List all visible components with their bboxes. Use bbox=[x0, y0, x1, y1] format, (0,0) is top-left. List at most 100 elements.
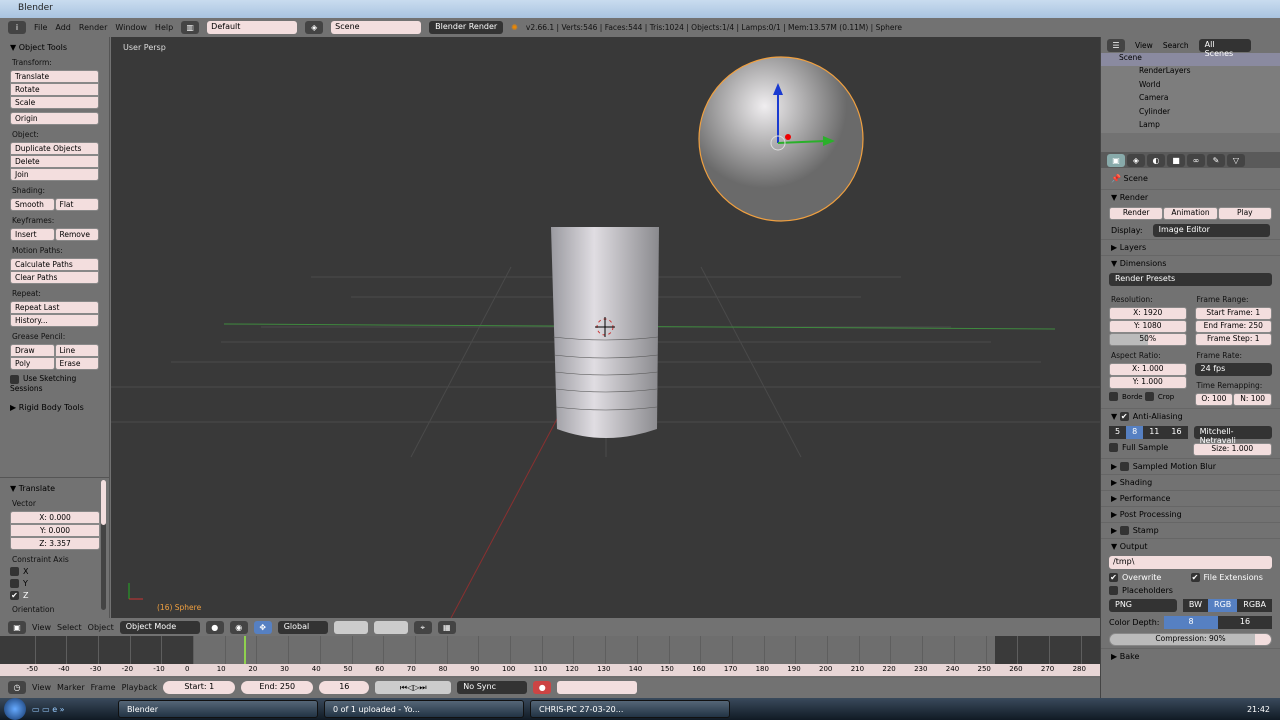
translate-button[interactable]: Translate bbox=[10, 70, 99, 83]
snap-icon[interactable]: ⌖ bbox=[413, 620, 432, 634]
timeline[interactable]: -50 -40 -30 -20 -10 0 10 20 30 40 50 60 70 80 90 100 110… bbox=[0, 636, 1100, 678]
panel-post-processing[interactable]: ▶ Post Processing bbox=[1101, 506, 1280, 522]
file-format-select[interactable]: PNG bbox=[1109, 599, 1177, 612]
color-depth-16[interactable]: 16 bbox=[1218, 616, 1272, 629]
vector-z-field[interactable]: Z: 3.357 bbox=[10, 537, 100, 550]
aspect-y-field[interactable]: Y: 1.000 bbox=[1109, 376, 1187, 389]
constraints-tab-icon[interactable]: ∞ bbox=[1187, 154, 1205, 167]
crop-checkbox[interactable]: Crop bbox=[1144, 392, 1174, 401]
draw-button[interactable]: Draw bbox=[10, 344, 55, 357]
current-frame-field[interactable]: 16 bbox=[319, 680, 370, 694]
aa-samples-16[interactable]: 16 bbox=[1165, 426, 1188, 439]
sync-select[interactable]: No Sync bbox=[457, 680, 528, 694]
object-tab-icon[interactable]: ■ bbox=[1167, 154, 1185, 167]
render-preview-icon[interactable]: ▦ bbox=[437, 620, 456, 634]
pivot-icon[interactable]: ◉ bbox=[229, 620, 248, 634]
manipulator-icon[interactable]: ✥ bbox=[253, 620, 272, 634]
frame-ruler[interactable]: -50 -40 -30 -20 -10 0 10 20 30 40 50 60 70 80 90 100 110… bbox=[0, 664, 1100, 676]
panel-translate-operator[interactable]: ▼ Translate bbox=[10, 484, 100, 493]
overwrite-checkbox[interactable]: ✔ Overwrite bbox=[1109, 573, 1191, 582]
scene-icon[interactable]: ◈ bbox=[305, 21, 324, 34]
menu-render[interactable]: Render bbox=[79, 23, 107, 32]
3d-viewport[interactable]: User Persp (16) Sphere bbox=[111, 37, 1100, 618]
layout-icon[interactable]: ▥ bbox=[181, 21, 200, 34]
output-path-input[interactable]: /tmp\ bbox=[1109, 556, 1272, 569]
frame-step-field[interactable]: Frame Step: 1 bbox=[1194, 333, 1272, 346]
erase-button[interactable]: Erase bbox=[54, 357, 99, 370]
outliner-item-cylinder[interactable]: Cylinder bbox=[1101, 107, 1280, 120]
playback-controls[interactable]: ⏮◁▷⏭ bbox=[375, 680, 452, 694]
layers-grid-icon[interactable] bbox=[333, 620, 368, 634]
filter-size-field[interactable]: Size: 1.000 bbox=[1192, 443, 1272, 456]
task-blender[interactable]: Blender bbox=[118, 700, 318, 718]
color-rgb-button[interactable]: RGB bbox=[1208, 599, 1238, 612]
panel-stamp[interactable]: ▶ Stamp bbox=[1101, 522, 1280, 538]
menu-select[interactable]: Select bbox=[57, 623, 82, 632]
vector-y-field[interactable]: Y: 0.000 bbox=[10, 524, 100, 537]
color-rgba-button[interactable]: RGBA bbox=[1237, 599, 1272, 612]
line-button[interactable]: Line bbox=[54, 344, 99, 357]
start-button-icon[interactable] bbox=[4, 698, 26, 720]
display-select[interactable]: Image Editor bbox=[1152, 224, 1270, 237]
menu-file[interactable]: File bbox=[34, 23, 47, 32]
panel-bake[interactable]: ▶ Bake bbox=[1101, 648, 1280, 664]
duplicate-objects-button[interactable]: Duplicate Objects bbox=[10, 142, 99, 155]
play-button[interactable]: Play bbox=[1217, 207, 1272, 220]
start-frame-field[interactable]: Start Frame: 1 bbox=[1194, 307, 1272, 320]
menu-view[interactable]: View bbox=[32, 623, 51, 632]
menu-frame[interactable]: Frame bbox=[91, 683, 116, 692]
origin-button[interactable]: Origin bbox=[10, 112, 99, 125]
aa-samples-5[interactable]: 5 bbox=[1109, 426, 1127, 439]
record-icon[interactable]: ● bbox=[533, 680, 552, 694]
keying-set-field[interactable] bbox=[557, 680, 638, 694]
time-new-field[interactable]: N: 100 bbox=[1233, 393, 1272, 406]
task-browser[interactable]: 0 of 1 uploaded - Yo... bbox=[324, 700, 524, 718]
file-extensions-checkbox[interactable]: ✔ File Extensions bbox=[1190, 573, 1273, 582]
rotate-button[interactable]: Rotate bbox=[10, 83, 99, 96]
outliner-filter-select[interactable]: All Scenes bbox=[1198, 38, 1251, 58]
panel-object-tools[interactable]: ▼ Object Tools bbox=[10, 43, 99, 52]
placeholders-checkbox[interactable]: Placeholders bbox=[1101, 584, 1280, 597]
aa-filter-select[interactable]: Mitchell-Netravali bbox=[1193, 426, 1272, 445]
history-button[interactable]: History... bbox=[10, 314, 99, 327]
panel-render[interactable]: ▼ Render bbox=[1101, 189, 1280, 205]
end-frame-field[interactable]: End: 250 bbox=[241, 680, 314, 694]
menu-view[interactable]: View bbox=[32, 683, 51, 692]
editor-type-button[interactable]: ▣ bbox=[8, 620, 26, 634]
compression-slider[interactable]: Compression: 90% bbox=[1109, 633, 1272, 646]
poly-button[interactable]: Poly bbox=[10, 357, 55, 370]
color-depth-8[interactable]: 8 bbox=[1164, 616, 1218, 629]
insert-keyframe-button[interactable]: Insert bbox=[10, 228, 55, 241]
panel-dimensions[interactable]: ▼ Dimensions bbox=[1101, 255, 1280, 271]
vector-x-field[interactable]: X: 0.000 bbox=[10, 511, 100, 524]
panel-anti-aliasing[interactable]: ▼ ✔ Anti-Aliasing bbox=[1101, 408, 1280, 424]
smooth-button[interactable]: Smooth bbox=[10, 198, 55, 211]
end-frame-field[interactable]: End Frame: 250 bbox=[1194, 320, 1272, 333]
border-checkbox[interactable]: Borde bbox=[1109, 392, 1143, 401]
editor-type-button[interactable]: ◷ bbox=[8, 680, 26, 694]
join-button[interactable]: Join bbox=[10, 168, 99, 181]
render-engine-select[interactable]: Blender Render bbox=[429, 21, 504, 34]
panel-performance[interactable]: ▶ Performance bbox=[1101, 490, 1280, 506]
outliner-item-renderlayers[interactable]: RenderLayers bbox=[1101, 66, 1280, 79]
outliner-search-menu[interactable]: Search bbox=[1163, 41, 1189, 50]
panel-output[interactable]: ▼ Output bbox=[1101, 538, 1280, 554]
render-button[interactable]: Render bbox=[1109, 207, 1164, 220]
panel-motion-blur[interactable]: ▶ Sampled Motion Blur bbox=[1101, 458, 1280, 474]
resolution-x-field[interactable]: X: 1920 bbox=[1109, 307, 1187, 320]
aspect-x-field[interactable]: X: 1.000 bbox=[1109, 363, 1187, 376]
render-tab-icon[interactable]: ▣ bbox=[1107, 154, 1125, 167]
scene-tab-icon[interactable]: ◈ bbox=[1127, 154, 1145, 167]
orientation-select[interactable]: Global bbox=[277, 620, 328, 634]
menu-playback[interactable]: Playback bbox=[122, 683, 158, 692]
outliner-item-world[interactable]: World bbox=[1101, 80, 1280, 93]
panel-rigid-body-tools[interactable]: ▶ Rigid Body Tools bbox=[10, 403, 99, 412]
outliner-view-menu[interactable]: View bbox=[1135, 41, 1153, 50]
modifiers-tab-icon[interactable]: ✎ bbox=[1207, 154, 1225, 167]
frame-rate-select[interactable]: 24 fps bbox=[1194, 363, 1272, 376]
task-folder[interactable]: CHRIS-PC 27-03-20... bbox=[530, 700, 730, 718]
clear-paths-button[interactable]: Clear Paths bbox=[10, 271, 99, 284]
sketching-checkbox[interactable]: Use Sketching Sessions bbox=[10, 374, 99, 393]
outliner-item-lamp[interactable]: Lamp bbox=[1101, 120, 1280, 133]
repeat-last-button[interactable]: Repeat Last bbox=[10, 301, 99, 314]
